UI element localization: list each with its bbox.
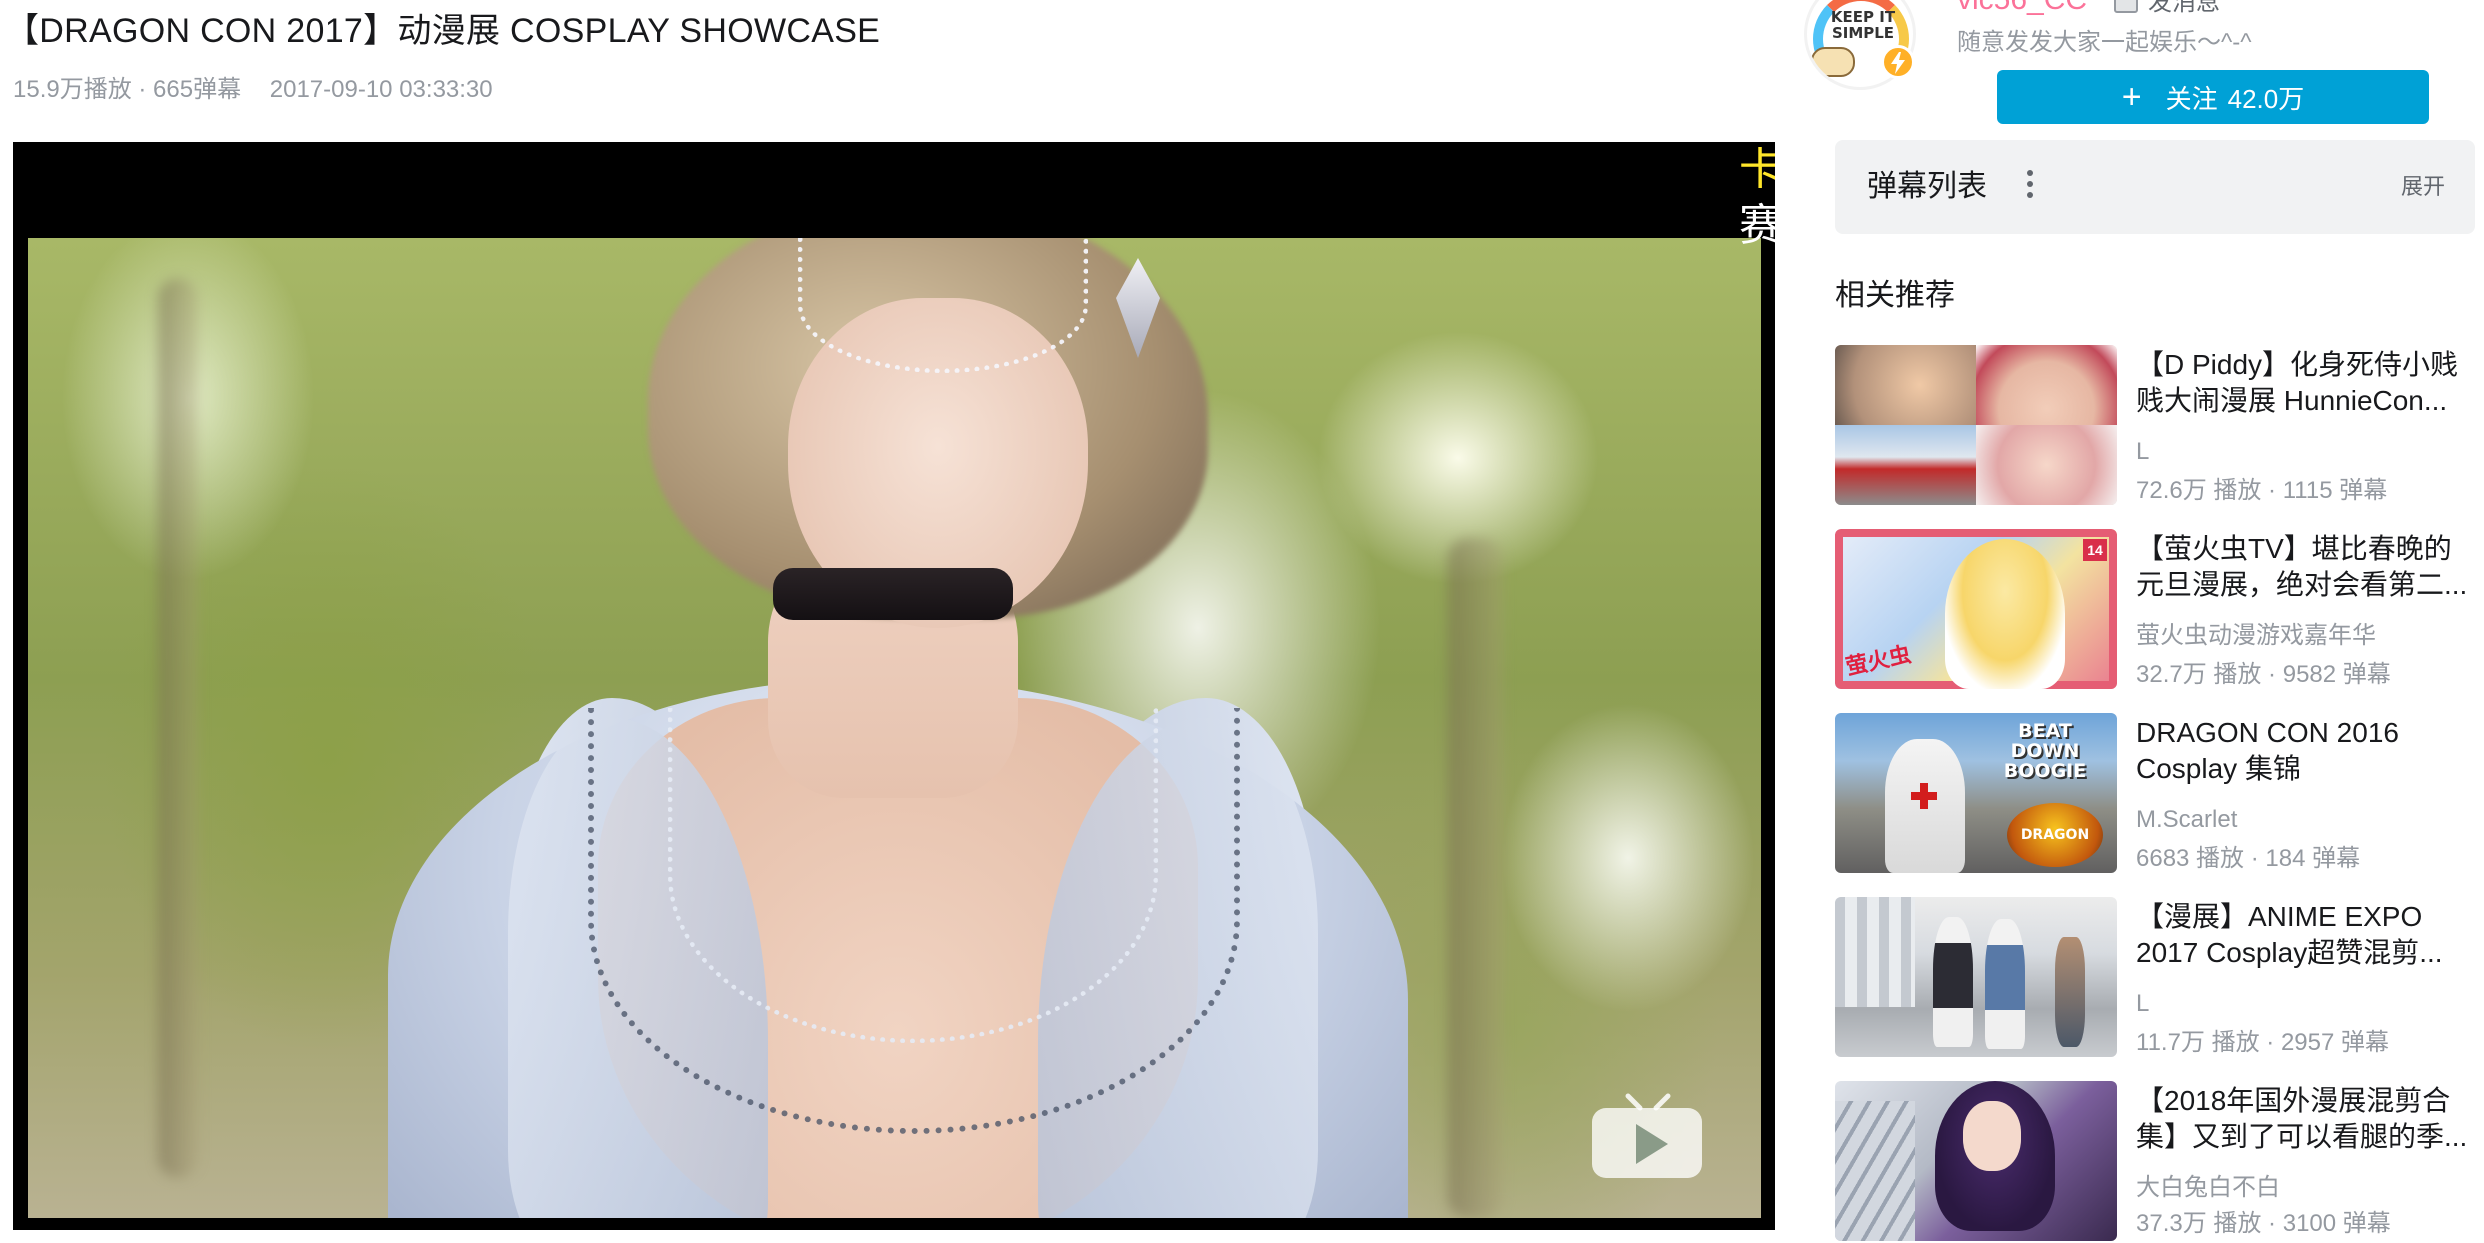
recommend-views: 37.3万 播放 (2136, 1210, 2262, 1237)
background-tree (158, 278, 198, 1178)
recommend-title[interactable]: 【D Piddy】化身死侍小贱贱大闹漫展 HunnieCon... (2136, 347, 2472, 419)
thumb-building (1835, 897, 1915, 1007)
recommend-stats: 32.7万 播放 · 9582 弹幕 (2136, 661, 2391, 688)
recommend-stats: 11.7万 播放 · 2957 弹幕 (2136, 1029, 2389, 1056)
thumb-figure (2055, 937, 2085, 1047)
recommend-stats: 6683 播放 · 184 弹幕 (2136, 845, 2361, 872)
background-tree (1448, 538, 1503, 1218)
head-chain (798, 238, 1088, 373)
recommend-danmaku: 3100 弹幕 (2282, 1210, 2391, 1237)
thumb-banner-text: BEAT DOWN BOOGIE (2003, 720, 2087, 782)
video-thumbnail[interactable] (1835, 897, 2117, 1057)
recommend-item[interactable]: 14 萤火虫 【萤火虫TV】堪比春晚的元旦漫展，绝对会看第二... 萤火虫动漫游… (1835, 529, 2475, 691)
thumb-face (1963, 1101, 2021, 1171)
recommend-item[interactable]: 【漫展】ANIME EXPO 2017 Cosplay超赞混剪... L 11.… (1835, 897, 2475, 1059)
recommend-danmaku: 1115 弹幕 (2282, 477, 2388, 504)
danmaku-count: 665弹幕 (153, 76, 242, 103)
send-message-link[interactable]: 发消息 (2114, 0, 2220, 18)
uploader-name[interactable]: vic56_CC (1957, 0, 2087, 18)
thumb-badge: 14 (2083, 539, 2107, 561)
red-cross-icon (1911, 783, 1937, 809)
recommend-stats: 37.3万 播放 · 3100 弹幕 (2136, 1210, 2391, 1237)
lightning-verify-icon (1881, 45, 1915, 79)
recommend-stats: 72.6万 播放 · 1115 弹幕 (2136, 477, 2388, 504)
mail-icon (2114, 0, 2138, 13)
thumb-figure (1985, 919, 2025, 1049)
danmaku-list-title: 弹幕列表 (1867, 170, 1987, 203)
choker (773, 568, 1013, 620)
danmaku-line: 卡 (1739, 145, 1775, 194)
recommend-title[interactable]: 【2018年国外漫展混剪合集】又到了可以看腿的季... (2136, 1083, 2472, 1155)
recommend-views: 6683 播放 (2136, 845, 2245, 872)
pearl-necklace (668, 708, 1158, 1043)
recommend-uploader[interactable]: M.Scarlet (2136, 805, 2237, 835)
thumb-background (1835, 1101, 1915, 1241)
video-frame[interactable] (28, 238, 1761, 1218)
play-tv-icon[interactable] (1588, 1092, 1706, 1180)
thumb-figure (1933, 917, 1973, 1047)
send-message-label: 发消息 (2148, 0, 2220, 16)
thumb-logo: DRAGON CON (2007, 803, 2103, 867)
recommend-danmaku: 9582 弹幕 (2282, 661, 2391, 688)
recommend-title[interactable]: 【萤火虫TV】堪比春晚的元旦漫展，绝对会看第二... (2136, 531, 2472, 603)
danmaku-layer: 卡 赛 (1739, 142, 1775, 254)
recommend-danmaku: 184 弹幕 (2265, 845, 2361, 872)
more-vertical-icon[interactable] (2025, 170, 2035, 204)
recommend-title[interactable]: DRAGON CON 2016 Cosplay 集锦 (2136, 715, 2472, 787)
danmaku-list-panel[interactable]: 弹幕列表 展开 (1835, 140, 2475, 234)
follow-button[interactable]: + 关注 42.0万 (1997, 70, 2429, 124)
recommend-danmaku: 2957 弹幕 (2280, 1029, 2389, 1056)
avatar-lettering: KEEP IT SIMPLE (1830, 8, 1896, 42)
publish-date: 2017-09-10 03:33:30 (269, 76, 493, 103)
video-thumbnail[interactable] (1835, 345, 2117, 505)
recommend-uploader[interactable]: L (2136, 989, 2149, 1019)
recommend-item[interactable]: BEAT DOWN BOOGIE DRAGON CON DRAGON CON 2… (1835, 713, 2475, 875)
video-thumbnail[interactable]: BEAT DOWN BOOGIE DRAGON CON (1835, 713, 2117, 873)
video-player[interactable]: 卡 赛 (13, 142, 1775, 1230)
recommend-views: 72.6万 播放 (2136, 477, 2262, 504)
recommend-uploader[interactable]: L (2136, 437, 2149, 467)
follow-label: 关注 (2165, 83, 2218, 114)
recommend-views: 32.7万 播放 (2136, 661, 2262, 688)
recommend-item[interactable]: 【D Piddy】化身死侍小贱贱大闹漫展 HunnieCon... L 72.6… (1835, 345, 2475, 507)
thumb-panel (1835, 425, 1976, 505)
recommend-item[interactable]: 【2018年国外漫展混剪合集】又到了可以看腿的季... 大白兔白不白 37.3万… (1835, 1081, 2475, 1243)
thumb-brand-text: 萤火虫 (1843, 642, 1914, 681)
thumb-figure (1945, 539, 2065, 689)
view-count: 15.9万播放 (13, 76, 153, 103)
recommend-uploader[interactable]: 大白兔白不白 (2136, 1173, 2280, 1203)
cloud-graphic (1811, 47, 1855, 77)
thumb-panel (1835, 345, 1976, 425)
follower-count: 42.0万 (2227, 83, 2305, 114)
uploader-description: 随意发发大家一起娱乐～^-^ (1957, 29, 2252, 56)
recommend-views: 11.7万 播放 (2136, 1029, 2260, 1056)
expand-button[interactable]: 展开 (2401, 170, 2445, 204)
video-thumbnail[interactable] (1835, 1081, 2117, 1241)
thumb-panel (1976, 425, 2117, 505)
video-thumbnail[interactable]: 14 萤火虫 (1835, 529, 2117, 689)
recommend-title[interactable]: 【漫展】ANIME EXPO 2017 Cosplay超赞混剪... (2136, 899, 2472, 971)
recommend-heading: 相关推荐 (1835, 279, 1955, 312)
recommend-uploader[interactable]: 萤火虫动漫游戏嘉年华 (2136, 621, 2376, 651)
thumb-panel (1976, 345, 2117, 425)
video-title: 【DRAGON CON 2017】动漫展 COSPLAY SHOWCASE (5, 12, 881, 50)
video-meta: 15.9万播放665弹幕 2017-09-10 03:33:30 (13, 72, 493, 108)
plus-icon: + (2121, 78, 2142, 116)
danmaku-line: 赛 (1739, 201, 1775, 250)
